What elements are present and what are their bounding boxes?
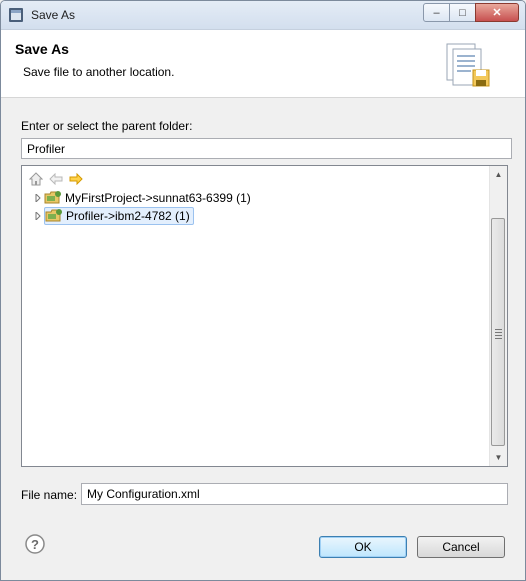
project-folder-icon [45, 208, 63, 224]
tree-item-profiler[interactable]: Profiler->ibm2-4782 (1) [32, 207, 194, 225]
project-folder-icon [44, 190, 62, 206]
header-title: Save As [15, 41, 69, 57]
scrollbar-thumb[interactable] [491, 218, 505, 446]
expand-icon[interactable] [32, 190, 44, 206]
ok-button[interactable]: OK [319, 536, 407, 558]
file-name-input[interactable] [81, 483, 508, 505]
tree-item-myfirstproject[interactable]: MyFirstProject->sunnat63-6399 (1) [32, 190, 251, 206]
window-title: Save As [31, 8, 76, 22]
tree-item-label: MyFirstProject->sunnat63-6399 (1) [65, 191, 251, 205]
cancel-button[interactable]: Cancel [417, 536, 505, 558]
tree-item-label: Profiler->ibm2-4782 (1) [66, 209, 190, 223]
save-as-dialog: Save As – □ ✕ Save As Save file to anoth… [0, 0, 526, 581]
forward-arrow-icon[interactable] [66, 170, 86, 188]
scroll-down-icon[interactable]: ▼ [490, 449, 507, 466]
app-icon [9, 8, 23, 22]
back-arrow-icon[interactable] [46, 170, 66, 188]
file-name-label: File name: [21, 488, 78, 502]
tree-toolbar [26, 170, 86, 188]
save-document-icon [446, 43, 490, 87]
home-icon[interactable] [26, 170, 46, 188]
selected-tree-item[interactable]: Profiler->ibm2-4782 (1) [44, 207, 194, 225]
parent-folder-input[interactable] [21, 138, 512, 159]
folder-tree[interactable]: MyFirstProject->sunnat63-6399 (1) Profil… [21, 165, 508, 467]
header-description: Save file to another location. [23, 65, 175, 79]
close-button[interactable]: ✕ [475, 3, 519, 22]
parent-folder-label: Enter or select the parent folder: [21, 119, 193, 133]
vertical-scrollbar[interactable]: ▲ ▼ [489, 166, 507, 466]
scroll-up-icon[interactable]: ▲ [490, 166, 507, 183]
maximize-button[interactable]: □ [449, 3, 476, 22]
minimize-button[interactable]: – [423, 3, 450, 22]
window-controls: – □ ✕ [423, 3, 519, 22]
grip-icon [495, 329, 502, 341]
expand-icon[interactable] [32, 208, 44, 224]
dialog-header: Save As Save file to another location. [1, 30, 525, 98]
title-bar[interactable]: Save As – □ ✕ [1, 1, 525, 30]
help-icon[interactable]: ? [25, 534, 45, 554]
help-symbol: ? [31, 537, 39, 552]
